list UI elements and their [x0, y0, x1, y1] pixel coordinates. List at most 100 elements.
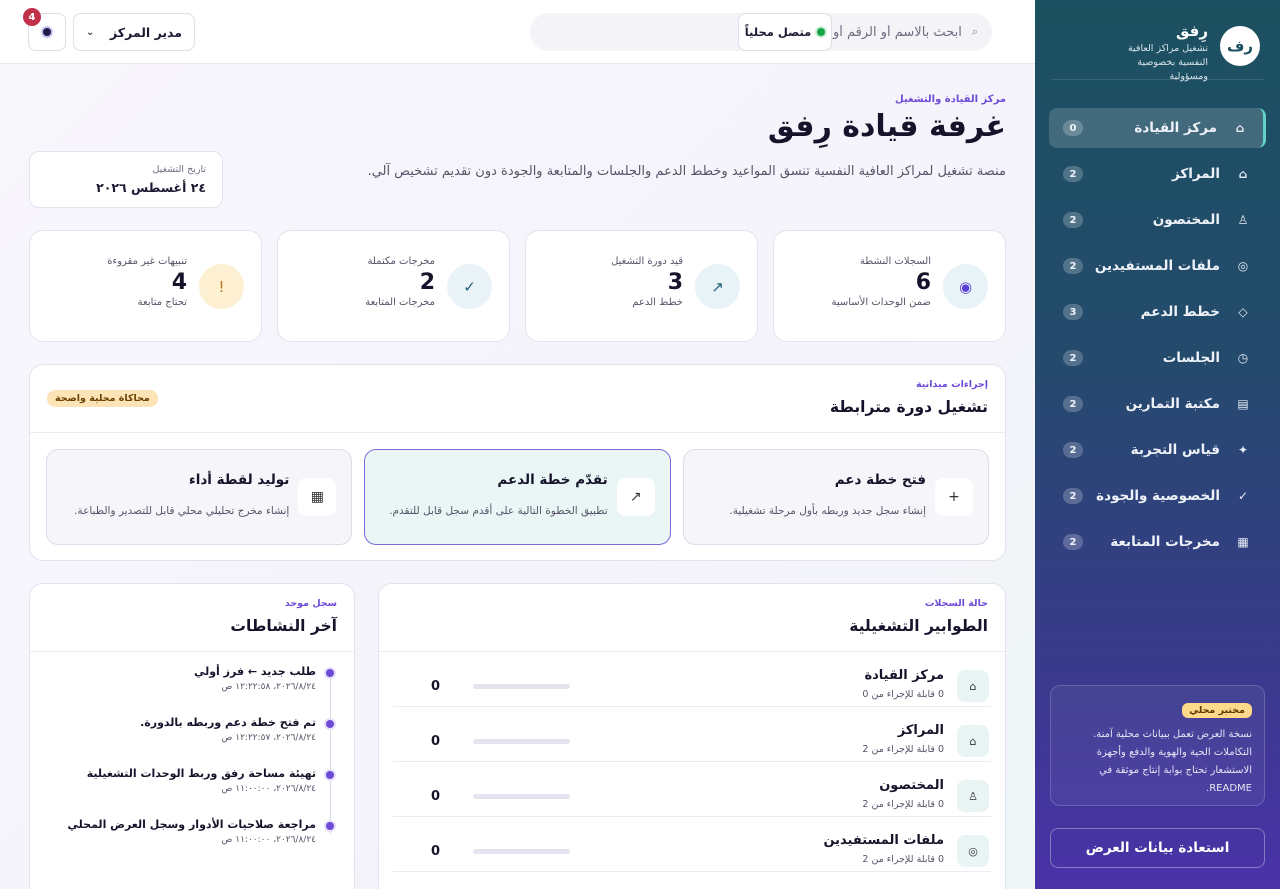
- role-select-value: مدير المركز: [110, 24, 182, 40]
- panel-eyebrow: حالة السجلات: [924, 598, 988, 609]
- diamond-icon: ◇: [1238, 305, 1248, 319]
- notification-count-badge: 4: [23, 8, 41, 26]
- sidebar-item-followup-outputs[interactable]: ▦ مخرجات المتابعة 2: [1049, 522, 1266, 562]
- stat-card-unread-alerts: ! تنبيهات غير مقروءة 4 تحتاج متابعة: [29, 230, 262, 342]
- local-lab-badge: مختبر محلي: [1182, 703, 1252, 718]
- sidebar-item-centers[interactable]: ⌂ المراكز 2: [1049, 154, 1266, 194]
- queue-name: مركز القيادة: [864, 668, 944, 683]
- check-icon: ✓: [1237, 489, 1249, 503]
- timeline-dot-icon: [326, 771, 334, 779]
- activity-time: ٢٠٢٦/٨/٢٤، ١٢:٢٢:٥٨ ص: [221, 682, 317, 692]
- sidebar-item-beneficiaries[interactable]: ◎ ملفات المستفيدين 2: [1049, 246, 1266, 286]
- online-status-icon: [817, 28, 826, 36]
- stat-label: قيد دورة التشغيل: [611, 256, 683, 267]
- queue-row[interactable]: ⌂ مركز القيادة 0 قابلة للإجراء من 0 0: [393, 652, 991, 707]
- alert-icon: !: [199, 264, 244, 309]
- sidebar: رف رِفق تشغيل مراكز العافية النفسية بخصو…: [1035, 0, 1280, 889]
- stat-card-active-records: ◉ السجلات النشطة 6 ضمن الوحدات الأساسية: [773, 230, 1006, 342]
- connection-status-label: متصل محلياً: [744, 25, 812, 39]
- timeline-dot-icon: [326, 669, 334, 677]
- stat-value: 3: [667, 270, 683, 295]
- queue-count: 0: [431, 734, 441, 749]
- queue-progress-bar: [473, 849, 570, 854]
- stat-value: 2: [419, 270, 435, 295]
- sidebar-item-sessions[interactable]: ◷ الجلسات 2: [1049, 338, 1266, 378]
- home-icon: ⌂: [957, 725, 989, 757]
- open-support-plan-button[interactable]: + فتح خطة دعم إنشاء سجل جديد وربطه بأول …: [682, 449, 989, 545]
- stat-subtitle: تحتاج متابعة: [137, 297, 187, 308]
- home-icon: ⌂: [1238, 167, 1248, 181]
- activity-timeline: طلب جديد ← فرز أولي ٢٠٢٦/٨/٢٤، ١٢:٢٢:٥٨ …: [48, 664, 334, 868]
- simulation-badge: محاكاة محلية واضحة: [47, 390, 158, 407]
- person-icon: ♙: [957, 780, 989, 812]
- sidebar-nav: ⌂ مركز القيادة 0 ⌂ المراكز 2 ♙ المختصون …: [1049, 108, 1266, 568]
- panel-eyebrow: إجراءات ميدانية: [916, 379, 988, 390]
- activity-panel: سجل موحد آخر النشاطات طلب جديد ← فرز أول…: [29, 583, 355, 889]
- arrow-up-right-icon: ↗: [695, 264, 740, 309]
- sidebar-item-specialists[interactable]: ♙ المختصون 2: [1049, 200, 1266, 240]
- queue-progress-bar: [473, 794, 570, 799]
- radio-icon: ◉: [943, 264, 988, 309]
- restore-demo-data-button[interactable]: استعادة بيانات العرض: [1050, 828, 1265, 868]
- queue-row[interactable]: ♙ المختصون 0 قابلة للإجراء من 2 0: [393, 762, 991, 817]
- queue-row[interactable]: ◎ ملفات المستفيدين 0 قابلة للإجراء من 2 …: [393, 817, 991, 872]
- notification-icon: [41, 26, 53, 38]
- operations-panel: إجراءات ميدانية تشغيل دورة مترابطة محاكا…: [29, 364, 1006, 561]
- queue-subtitle: 0 قابلة للإجراء من 2: [862, 799, 944, 810]
- stat-subtitle: خطط الدعم: [632, 297, 683, 308]
- advance-support-plan-button[interactable]: ↗ تقدّم خطة الدعم تطبيق الخطوة التالية ع…: [364, 449, 671, 545]
- panel-eyebrow: سجل موحد: [284, 598, 337, 609]
- sidebar-item-label: مركز القيادة: [1134, 120, 1217, 136]
- stat-card-in-cycle: ↗ قيد دورة التشغيل 3 خطط الدعم: [525, 230, 758, 342]
- queue-count: 0: [431, 679, 441, 694]
- timeline-dot-icon: [326, 822, 334, 830]
- action-description: إنشاء مخرج تحليلي محلي قابل للتصدير والط…: [74, 505, 290, 517]
- chevron-down-icon: ⌄: [86, 26, 95, 38]
- sidebar-item-count: 2: [1063, 488, 1083, 504]
- panel-title: آخر النشاطات: [230, 617, 337, 635]
- sidebar-item-label: مخرجات المتابعة: [1110, 534, 1220, 550]
- sidebar-item-privacy-quality[interactable]: ✓ الخصوصية والجودة 2: [1049, 476, 1266, 516]
- local-lab-notice: مختبر محلي نسخة العرض تعمل ببيانات محلية…: [1050, 685, 1265, 806]
- arrow-up-right-icon: ↗: [616, 478, 655, 516]
- person-icon: ♙: [1237, 213, 1249, 227]
- sidebar-item-count: 2: [1063, 350, 1083, 366]
- queue-subtitle: 0 قابلة للإجراء من 2: [862, 744, 944, 755]
- sidebar-item-count: 0: [1063, 120, 1083, 136]
- role-select[interactable]: مدير المركز ⌄: [73, 13, 195, 51]
- sidebar-item-command-center[interactable]: ⌂ مركز القيادة 0: [1049, 108, 1266, 148]
- home-icon: ⌂: [1235, 121, 1245, 135]
- connection-status[interactable]: متصل محلياً: [738, 13, 832, 51]
- page-title: غرفة قيادة رِفق: [767, 109, 1006, 144]
- generate-performance-snapshot-button[interactable]: ▦ توليد لقطة أداء إنشاء مخرج تحليلي محلي…: [46, 449, 353, 545]
- action-title: تقدّم خطة الدعم: [497, 472, 608, 488]
- queue-subtitle: 0 قابلة للإجراء من 2: [862, 854, 944, 865]
- activity-item: تهيئة مساحة رفق وربط الوحدات التشغيلية ٢…: [48, 766, 334, 817]
- sidebar-item-label: الخصوصية والجودة: [1096, 488, 1220, 504]
- topbar: ⌕ متصل محلياً مدير المركز ⌄ 4: [0, 0, 1035, 64]
- activity-title: مراجعة صلاحيات الأدوار وسجل العرض المحلي: [67, 818, 316, 831]
- activity-time: ٢٠٢٦/٨/٢٤، ١١:٠٠:٠٠ ص: [221, 784, 317, 794]
- stat-subtitle: ضمن الوحدات الأساسية: [831, 297, 931, 308]
- sidebar-item-support-plans[interactable]: ◇ خطط الدعم 3: [1049, 292, 1266, 332]
- queue-name: ملفات المستفيدين: [823, 833, 944, 848]
- sidebar-item-count: 2: [1063, 442, 1083, 458]
- action-title: فتح خطة دعم: [834, 472, 926, 488]
- sidebar-item-count: 2: [1063, 212, 1083, 228]
- stat-label: مخرجات مكتملة: [367, 256, 436, 267]
- sidebar-item-count: 2: [1063, 258, 1083, 274]
- activity-title: تهيئة مساحة رفق وربط الوحدات التشغيلية: [86, 767, 316, 780]
- sidebar-item-count: 2: [1063, 166, 1083, 182]
- search-icon: ⌕: [971, 25, 978, 38]
- sidebar-item-label: قياس التجربة: [1130, 442, 1220, 458]
- notifications-button[interactable]: 4: [23, 8, 66, 51]
- sidebar-item-experience[interactable]: ✦ قياس التجربة 2: [1049, 430, 1266, 470]
- plus-icon: +: [935, 478, 973, 516]
- queue-subtitle: 0 قابلة للإجراء من 0: [862, 689, 944, 700]
- sidebar-item-exercise-library[interactable]: ▤ مكتبة التمارين 2: [1049, 384, 1266, 424]
- activity-item: تم فتح خطة دعم وربطه بالدورة. ٢٠٢٦/٨/٢٤،…: [48, 715, 334, 766]
- sidebar-item-label: الجلسات: [1162, 350, 1220, 366]
- queue-row[interactable]: ⌂ المراكز 0 قابلة للإجراء من 2 0: [393, 707, 991, 762]
- activity-item: طلب جديد ← فرز أولي ٢٠٢٦/٨/٢٤، ١٢:٢٢:٥٨ …: [48, 664, 334, 715]
- queue-list: ⌂ مركز القيادة 0 قابلة للإجراء من 0 0 ⌂ …: [393, 652, 991, 872]
